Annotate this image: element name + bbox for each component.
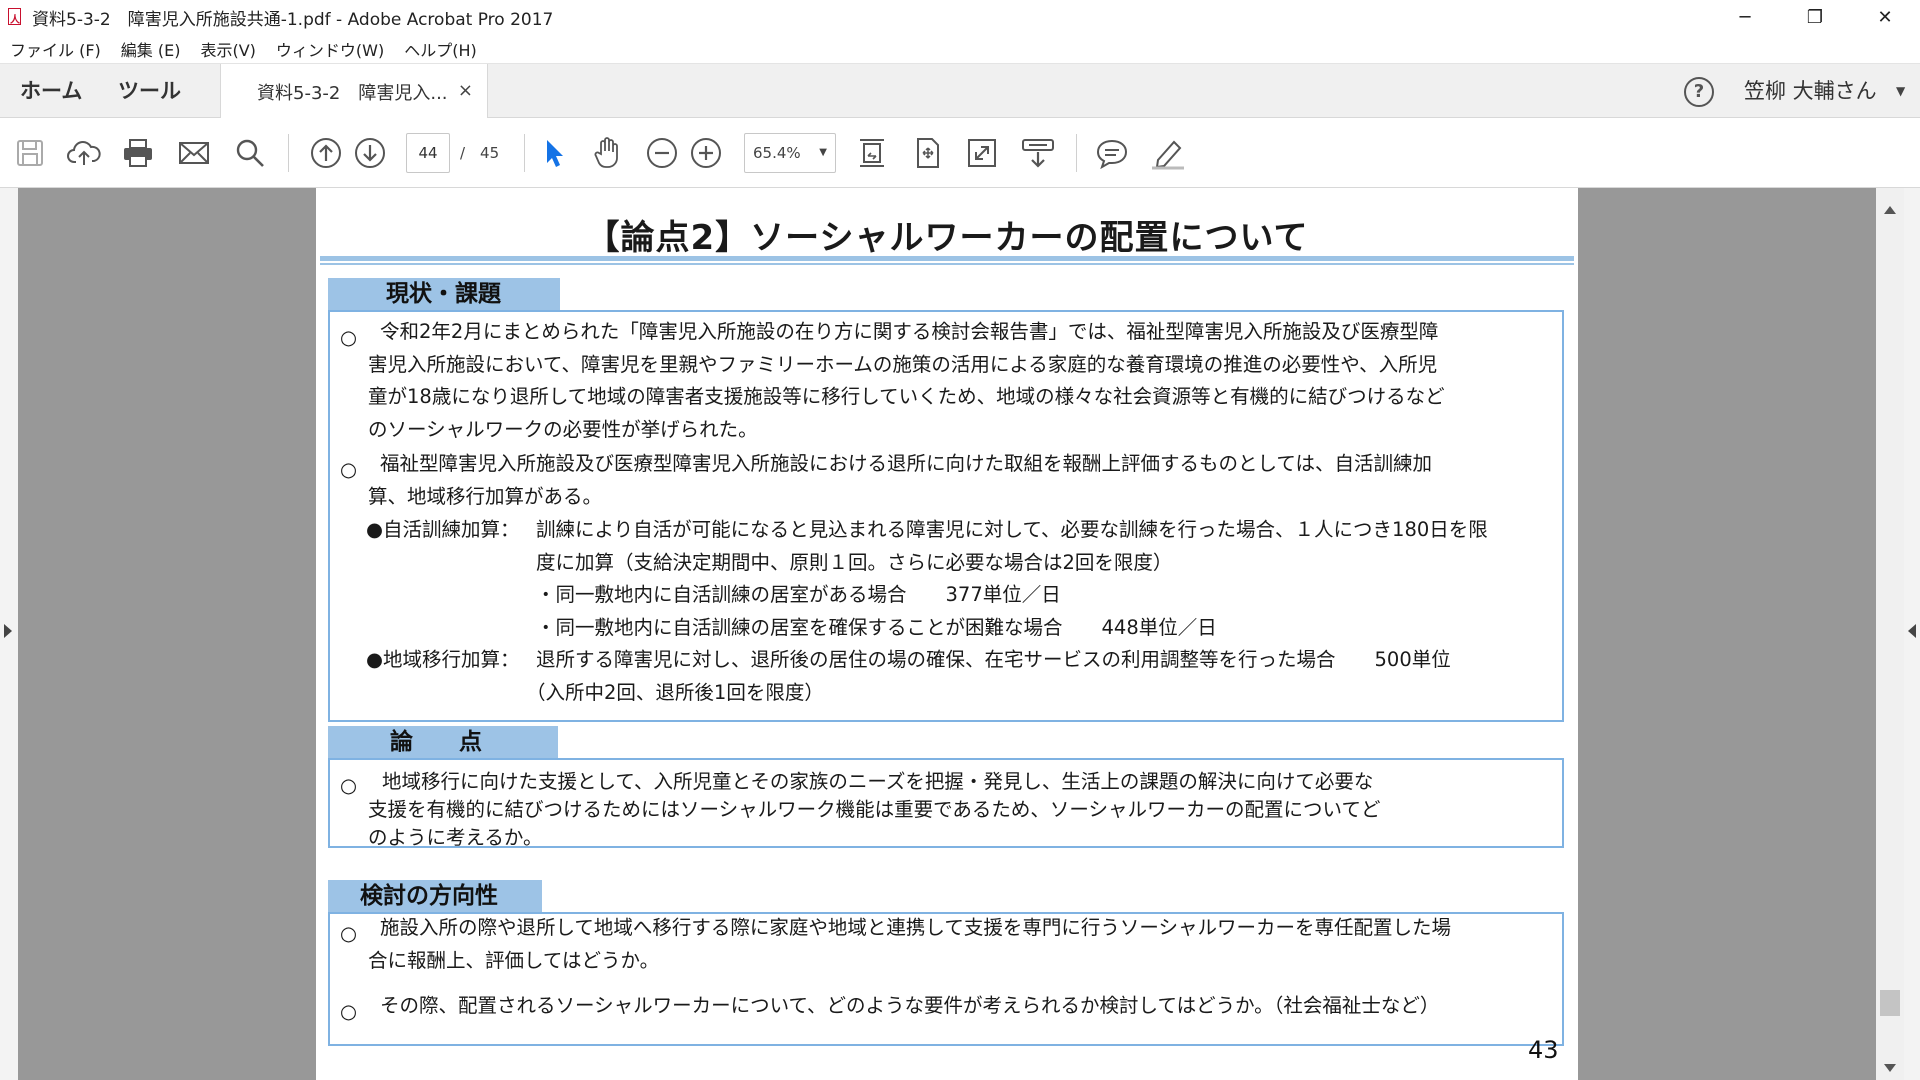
full-screen-icon[interactable]	[964, 135, 1000, 171]
community-transition-label: ●地域移行加算：	[366, 648, 520, 671]
cloud-upload-icon[interactable]	[66, 135, 102, 171]
select-cursor-icon[interactable]	[536, 135, 572, 171]
tab-home[interactable]: ホーム	[20, 64, 82, 118]
menu-window[interactable]: ウィンドウ(W)	[276, 37, 384, 61]
independence-training-detail: 訓練により自活が可能になると見込まれる障害児に対して、必要な訓練を行った場合、１…	[536, 514, 1566, 644]
paragraph-line: 福祉型障害児入所施設及び医療型障害児入所施設における退所に向けた取組を報酬上評価…	[380, 452, 1433, 475]
previous-page-icon[interactable]	[308, 135, 344, 171]
print-icon[interactable]	[120, 135, 156, 171]
maximize-button[interactable]: ❐	[1780, 0, 1850, 34]
slide-page-number: 43	[1528, 1036, 1559, 1064]
save-icon[interactable]	[12, 135, 48, 171]
pdf-page: 【論点2】ソーシャルワーカーの配置について 現状・課題 ○ 令和2年2月にまとめ…	[316, 188, 1578, 1080]
close-window-button[interactable]: ✕	[1850, 0, 1920, 34]
zoom-level-select[interactable]: 65.4% ▼	[744, 133, 836, 173]
left-pane-toggle[interactable]	[0, 188, 18, 1080]
paragraph-line: 訓練により自活が可能になると見込まれる障害児に対して、必要な訓練を行った場合、１…	[536, 518, 1488, 541]
paragraph: 令和2年2月にまとめられた「障害児入所施設の在り方に関する検討会報告書」では、福…	[368, 316, 1562, 446]
paragraph-line: 令和2年2月にまとめられた「障害児入所施設の在り方に関する検討会報告書」では、福…	[380, 320, 1439, 343]
paragraph-line: 童が18歳になり退所して地域の障害者支援施設等に移行していくため、地域の様々な社…	[368, 385, 1445, 408]
page-number-input[interactable]: 44	[406, 133, 450, 173]
help-icon[interactable]: ?	[1684, 77, 1714, 107]
menu-view[interactable]: 表示(V)	[200, 37, 255, 61]
paragraph-line: その際、配置されるソーシャルワーカーについて、どのような要件が考えられるか検討し…	[380, 994, 1440, 1017]
current-issues-label: 現状・課題	[328, 278, 560, 310]
tab-bar: ホーム ツール 資料5-3-2 障害児入... × ? 笠柳 大輔さん ▼	[0, 64, 1920, 119]
bullet-circle: ○	[340, 458, 358, 481]
paragraph-line: 退所する障害児に対し、退所後の居住の場の確保、在宅サービスの利用調整等を行った場…	[536, 648, 1451, 671]
expand-left-pane-icon[interactable]	[4, 624, 12, 638]
independence-training-label: ●自活訓練加算：	[366, 518, 520, 541]
comment-icon[interactable]	[1094, 135, 1130, 171]
chevron-down-icon: ▼	[819, 147, 827, 158]
rotate-view-icon[interactable]	[910, 135, 946, 171]
right-pane-toggle[interactable]	[1904, 188, 1920, 1080]
window-titlebar: 人 資料5-3-2 障害児入所施設共通-1.pdf - Adobe Acroba…	[0, 0, 1920, 34]
tab-tools[interactable]: ツール	[118, 64, 181, 118]
zoom-in-icon[interactable]	[688, 135, 724, 171]
tab-close-icon[interactable]: ×	[458, 80, 473, 101]
title-underline	[320, 263, 1574, 265]
menu-help[interactable]: ヘルプ(H)	[404, 37, 477, 61]
toolbar-divider	[524, 134, 525, 172]
paragraph-line: ・同一敷地内に自活訓練の居室を確保することが困難な場合 448単位／日	[536, 615, 1217, 639]
paragraph: 施設入所の際や退所して地域へ移行する際に家庭や地域と連携して支援を専門に行うソー…	[368, 912, 1562, 977]
menu-bar: ファイル (F) 編集 (E) 表示(V) ウィンドウ(W) ヘルプ(H)	[0, 34, 1920, 64]
paragraph-line: 害児入所施設において、障害児を里親やファミリーホームの施策の活用による家庭的な養…	[368, 352, 1438, 376]
acrobat-app-icon: 人	[6, 7, 24, 27]
paragraph-line: （入所中2回、退所後1回を限度）	[526, 680, 824, 704]
hand-tool-icon[interactable]	[590, 135, 626, 171]
bullet-circle: ○	[340, 922, 358, 945]
expand-right-pane-icon[interactable]	[1908, 624, 1916, 638]
zoom-level-value: 65.4%	[753, 144, 801, 162]
menu-file[interactable]: ファイル (F)	[10, 37, 101, 61]
page-total: / 45	[460, 144, 500, 162]
search-icon[interactable]	[232, 135, 268, 171]
issue-point-label: 論 点	[328, 726, 558, 758]
bullet-circle: ○	[340, 774, 358, 797]
vertical-scrollbar[interactable]	[1876, 188, 1904, 1080]
community-transition-detail: 退所する障害児に対し、退所後の居住の場の確保、在宅サービスの利用調整等を行った場…	[526, 644, 1566, 709]
paragraph-line: のように考えるか。	[368, 826, 543, 849]
tab-document[interactable]: 資料5-3-2 障害児入... ×	[220, 64, 488, 119]
menu-edit[interactable]: 編集 (E)	[121, 37, 181, 61]
bullet-circle: ○	[340, 326, 358, 349]
fit-page-icon[interactable]	[854, 135, 890, 171]
paragraph-line: 合に報酬上、評価してはどうか。	[368, 948, 660, 972]
highlight-pen-icon[interactable]	[1150, 135, 1186, 171]
scroll-up-arrow-icon[interactable]	[1884, 206, 1896, 214]
paragraph-line: ・同一敷地内に自活訓練の居室がある場合 377単位／日	[536, 583, 1061, 606]
scroll-mode-icon[interactable]	[1020, 135, 1056, 171]
paragraph-line: 施設入所の際や退所して地域へ移行する際に家庭や地域と連携して支援を専門に行うソー…	[380, 916, 1451, 939]
paragraph: 地域移行に向けた支援として、入所児童とその家族のニーズを把握・発見し、生活上の課…	[368, 768, 1562, 852]
toolbar-divider	[288, 134, 289, 172]
next-page-icon[interactable]	[352, 135, 388, 171]
paragraph-line: 支援を有機的に結びつけるためにはソーシャルワーク機能は重要であるため、ソーシャル…	[368, 798, 1381, 821]
paragraph-line: 地域移行に向けた支援として、入所児童とその家族のニーズを把握・発見し、生活上の課…	[382, 770, 1374, 793]
slide-title: 【論点2】ソーシャルワーカーの配置について	[585, 218, 1309, 258]
paragraph-line: 度に加算（支給決定期間中、原則１回。さらに必要な場合は2回を限度）	[536, 550, 1173, 574]
window-title: 資料5-3-2 障害児入所施設共通-1.pdf - Adobe Acrobat …	[32, 9, 554, 30]
paragraph: 福祉型障害児入所施設及び医療型障害児入所施設における退所に向けた取組を報酬上評価…	[368, 448, 1562, 513]
document-viewport[interactable]: 【論点2】ソーシャルワーカーの配置について 現状・課題 ○ 令和2年2月にまとめ…	[0, 188, 1920, 1080]
direction-label: 検討の方向性	[328, 880, 542, 912]
scroll-thumb[interactable]	[1880, 990, 1900, 1016]
bullet-circle: ○	[340, 1000, 358, 1023]
window-controls: ─ ❐ ✕	[1710, 0, 1920, 34]
toolbar: 44 / 45 65.4% ▼	[0, 118, 1920, 188]
email-icon[interactable]	[176, 135, 212, 171]
toolbar-divider	[1076, 134, 1077, 172]
scroll-down-arrow-icon[interactable]	[1884, 1064, 1896, 1072]
user-account-name[interactable]: 笠柳 大輔さん	[1744, 64, 1877, 118]
zoom-out-icon[interactable]	[644, 135, 680, 171]
minimize-button[interactable]: ─	[1710, 0, 1780, 34]
paragraph-line: のソーシャルワークの必要性が挙げられた。	[368, 417, 758, 441]
tab-document-label: 資料5-3-2 障害児入...	[257, 82, 448, 104]
title-underline	[320, 256, 1574, 261]
paragraph-line: 算、地域移行加算がある。	[368, 484, 603, 508]
chevron-down-icon[interactable]: ▼	[1896, 84, 1905, 98]
